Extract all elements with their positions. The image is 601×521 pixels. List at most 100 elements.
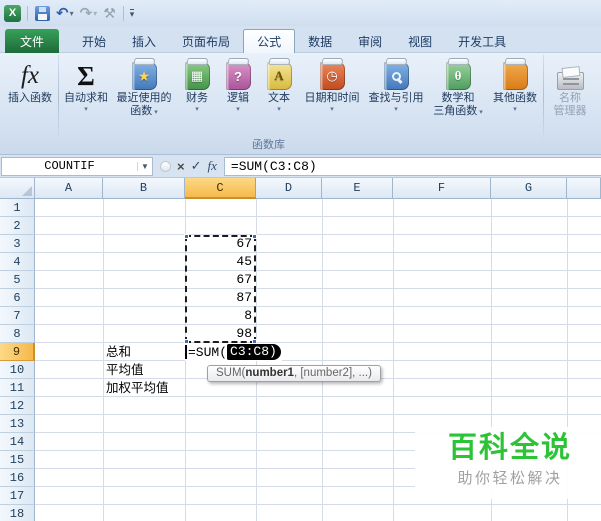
tab-file[interactable]: 文件 — [5, 29, 60, 53]
logical-button[interactable]: ? 逻辑 ▾ — [218, 53, 258, 135]
row-header-1[interactable]: 1 — [0, 199, 35, 217]
watermark-title: 百科全说 — [447, 432, 572, 464]
redo-button[interactable]: ↷ ▾ — [79, 3, 99, 23]
confirm-entry-button[interactable]: ✓ — [191, 158, 202, 174]
row-header-5[interactable]: 5 — [0, 271, 35, 289]
formula-input[interactable]: =SUM(C3:C8) — [223, 156, 601, 176]
redo-dropdown-icon: ▾ — [93, 8, 98, 18]
column-header-e[interactable]: E — [322, 178, 393, 199]
chevron-down-icon: ▾ — [394, 106, 398, 113]
function-library-group-label: 函数库 — [252, 139, 285, 151]
text-button-label: 文本 — [268, 92, 290, 104]
column-header-g[interactable]: G — [491, 178, 567, 199]
ribbon: fx 插入函数 Σ 自动求和 ▾ ★ 最近使用的 函数 ▾ ▦ 财务 ▾? 逻辑 ▾ A 文本 ▾ ◷ 日期和时间… — [0, 53, 601, 155]
tab-view[interactable]: 视图 — [395, 29, 445, 53]
customize-quick-access-button[interactable]: ▾ — [129, 8, 135, 18]
row-header-17[interactable]: 17 — [0, 487, 35, 505]
column-header-a[interactable]: A — [35, 178, 103, 199]
row-header-6[interactable]: 6 — [0, 289, 35, 307]
row-header-15[interactable]: 15 — [0, 451, 35, 469]
more-functions-button[interactable]: 其他函数 ▾ — [488, 53, 542, 135]
chevron-down-icon: ▾ — [330, 106, 334, 113]
undo-dropdown-icon[interactable]: ▾ — [70, 9, 74, 18]
cell-b10[interactable]: 平均值 — [103, 361, 185, 379]
row-header-16[interactable]: 16 — [0, 469, 35, 487]
row-header-13[interactable]: 13 — [0, 415, 35, 433]
math-trig-button-label: 三角函数 ▾ — [433, 105, 483, 117]
financial-button-label: 财务 — [186, 92, 208, 104]
tab-insert[interactable]: 插入 — [119, 29, 169, 53]
insert-function-fx-button[interactable]: fx — [208, 158, 217, 174]
cell-c4[interactable]: 45 — [185, 253, 256, 271]
date-time-button[interactable]: ◷ 日期和时间 ▾ — [300, 53, 364, 135]
row-header-10[interactable]: 10 — [0, 361, 35, 379]
cell-c5[interactable]: 67 — [185, 271, 256, 289]
column-header-d[interactable]: D — [256, 178, 322, 199]
tab-home[interactable]: 开始 — [69, 29, 119, 53]
save-icon — [35, 5, 50, 21]
row-header-3[interactable]: 3 — [0, 235, 35, 253]
autosum-button-label: 自动求和 — [64, 92, 108, 104]
tab-developer[interactable]: 开发工具 — [445, 29, 519, 53]
function-tooltip: SUM(number1, [number2], ...) — [207, 365, 381, 382]
row-header-2[interactable]: 2 — [0, 217, 35, 235]
formula-range-highlight: C3:C8) — [227, 344, 281, 360]
chevron-down-icon: ▾ — [477, 109, 483, 116]
excel-window: X ↶ ▾ ↷ ▾ ⚒ ▾ 文件 开始 插入 页面布局 公式 数据 审阅 视图 开发工具 fx 插入… — [0, 0, 601, 521]
column-header-b[interactable]: B — [103, 178, 185, 199]
group-separator — [58, 55, 59, 141]
column-header-c[interactable]: C — [185, 178, 256, 199]
row-header-9[interactable]: 9 — [0, 343, 35, 361]
math-trig-book-icon: θ — [445, 62, 471, 90]
row-header-11[interactable]: 11 — [0, 379, 35, 397]
name-box[interactable]: COUNTIF ▼ — [1, 156, 153, 176]
lookup-reference-book-icon — [383, 62, 409, 90]
financial-button[interactable]: ▦ 财务 ▾ — [176, 53, 218, 135]
tab-page-layout[interactable]: 页面布局 — [169, 29, 243, 53]
cell-b9[interactable]: 总和 — [103, 343, 185, 361]
math-trig-button[interactable]: θ 数学和 三角函数 ▾ — [428, 53, 488, 135]
more-functions-books-icon — [496, 62, 528, 90]
row-header-7[interactable]: 7 — [0, 307, 35, 325]
save-button[interactable] — [34, 3, 51, 23]
row-header-8[interactable]: 8 — [0, 325, 35, 343]
text-book-icon: A — [266, 62, 292, 90]
cell-c6[interactable]: 87 — [185, 289, 256, 307]
fx-function-icon: fx — [20, 62, 40, 89]
formula-bar-buttons: × ✓ fx — [153, 158, 224, 174]
select-all-corner[interactable] — [0, 178, 35, 199]
row-header-14[interactable]: 14 — [0, 433, 35, 451]
lookup-reference-button[interactable]: 查找与引用 ▾ — [364, 53, 428, 135]
column-header-partial[interactable] — [567, 178, 601, 199]
row-header-18[interactable]: 18 — [0, 505, 35, 521]
name-manager-button: 名称 管理器 — [545, 53, 595, 135]
cell-c8[interactable]: 98 — [185, 325, 256, 343]
cells-area[interactable]: =SUM( C3:C8) SUM(number1, [number2], ...… — [35, 199, 601, 521]
chevron-down-icon: ▾ — [84, 106, 88, 113]
row-header-12[interactable]: 12 — [0, 397, 35, 415]
row-header-4[interactable]: 4 — [0, 253, 35, 271]
formula-text: =SUM( — [188, 344, 228, 360]
tab-review[interactable]: 审阅 — [345, 29, 395, 53]
cell-b11[interactable]: 加权平均值 — [103, 379, 185, 397]
undo-button[interactable]: ↶ ▾ — [55, 3, 75, 23]
cell-c3[interactable]: 67 — [185, 235, 256, 253]
editing-cell-c9[interactable]: =SUM( C3:C8) — [185, 343, 282, 361]
insert-function-button[interactable]: fx 插入函数 — [3, 53, 57, 135]
tools-button: ⚒ — [102, 3, 117, 23]
text-button[interactable]: A 文本 ▾ — [258, 53, 300, 135]
autosum-button[interactable]: Σ 自动求和 ▾ — [60, 53, 112, 135]
name-manager-button-label: 管理器 — [553, 105, 587, 117]
name-box-dropdown-icon[interactable]: ▼ — [137, 161, 152, 171]
name-manager-button-label: 名称 — [559, 92, 581, 104]
cell-c7[interactable]: 8 — [185, 307, 256, 325]
recently-used-button[interactable]: ★ 最近使用的 函数 ▾ — [112, 53, 176, 135]
column-header-f[interactable]: F — [393, 178, 491, 199]
tab-formulas[interactable]: 公式 — [243, 29, 296, 53]
chevron-down-icon: ▾ — [277, 106, 281, 113]
cancel-entry-button[interactable]: × — [177, 159, 185, 174]
recently-used-button-label: 最近使用的 — [116, 92, 172, 104]
financial-book-icon: ▦ — [184, 62, 210, 90]
tab-data[interactable]: 数据 — [295, 29, 345, 53]
divider — [27, 5, 28, 21]
